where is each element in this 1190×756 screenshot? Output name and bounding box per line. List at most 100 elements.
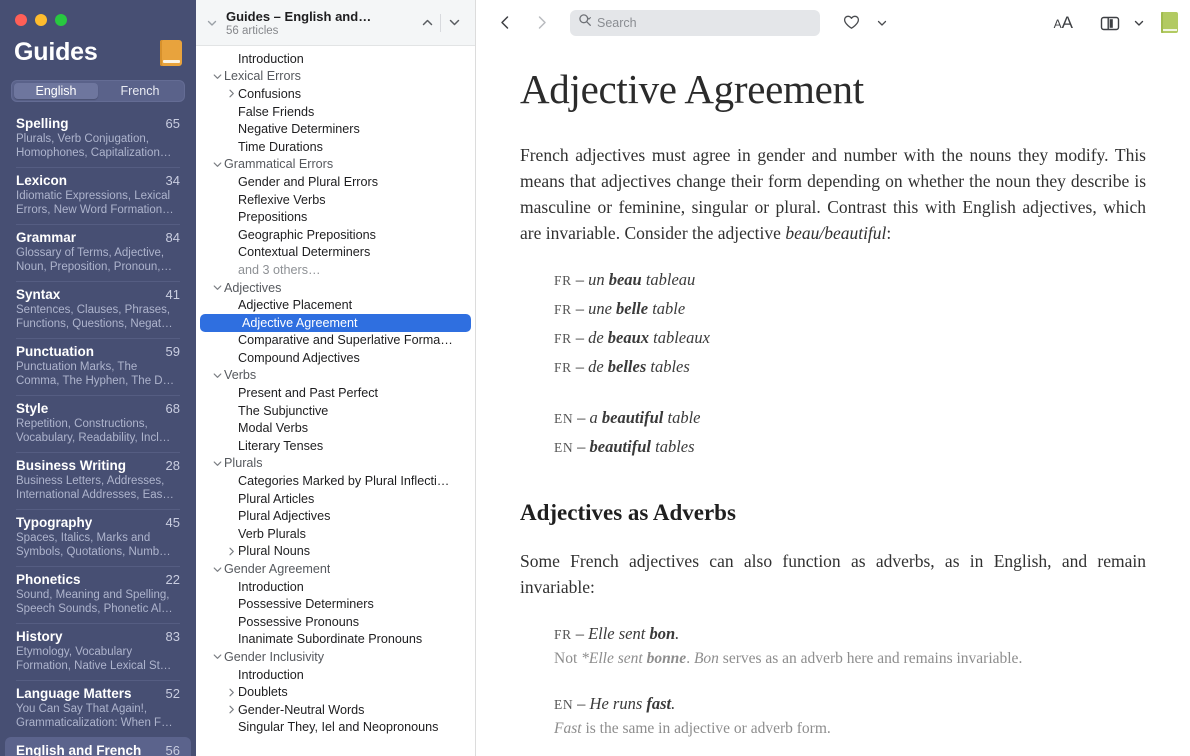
toc-row[interactable]: Categories Marked by Plural Inflecti… <box>196 472 475 490</box>
chevron-down-icon[interactable] <box>210 71 224 82</box>
guide-name: Business Writing <box>16 458 126 473</box>
chevron-down-icon[interactable] <box>210 564 224 575</box>
forward-button[interactable] <box>528 10 554 36</box>
toc-row[interactable]: Possessive Pronouns <box>196 613 475 631</box>
toc-row[interactable]: Introduction <box>196 666 475 684</box>
example-line: EN – a beautiful table <box>554 406 1146 431</box>
guide-head: Grammar84 <box>16 230 180 245</box>
toc-next-button[interactable] <box>441 10 467 36</box>
text-size-small-a: A <box>1054 17 1062 31</box>
toc-row[interactable]: Gender-Neutral Words <box>196 701 475 719</box>
toc-row[interactable]: Verb Plurals <box>196 525 475 543</box>
toc-row[interactable]: Gender and Plural Errors <box>196 173 475 191</box>
guide-item[interactable]: Typography45Spaces, Italics, Marks and S… <box>5 509 191 566</box>
toc-row[interactable]: Plural Articles <box>196 490 475 508</box>
toc-row[interactable]: Grammatical Errors <box>196 156 475 174</box>
toc-row[interactable]: Geographic Prepositions <box>196 226 475 244</box>
toc-row[interactable]: Confusions <box>196 85 475 103</box>
toc-row[interactable]: Contextual Determiners <box>196 244 475 262</box>
toc-row[interactable]: Literary Tenses <box>196 437 475 455</box>
guide-item[interactable]: Phonetics22Sound, Meaning and Spelling, … <box>5 566 191 623</box>
zoom-window-button[interactable] <box>55 14 67 26</box>
guide-item[interactable]: Style68Repetition, Constructions, Vocabu… <box>5 395 191 452</box>
chevron-down-icon[interactable] <box>210 370 224 381</box>
toc-row[interactable]: Plural Adjectives <box>196 507 475 525</box>
toc-row[interactable]: Reflexive Verbs <box>196 191 475 209</box>
toc-row[interactable]: Inanimate Subordinate Pronouns <box>196 631 475 649</box>
chevron-right-icon[interactable] <box>224 687 238 698</box>
chevron-down-icon[interactable] <box>210 282 224 293</box>
toc-row[interactable]: Introduction <box>196 50 475 68</box>
toc-row[interactable]: Comparative and Superlative Forma… <box>196 332 475 350</box>
toc-row[interactable]: and 3 others… <box>196 261 475 279</box>
toc-row[interactable]: Possessive Determiners <box>196 595 475 613</box>
example-block: FR – une belle table <box>554 297 1146 322</box>
search-input[interactable]: Search <box>597 16 637 30</box>
toc-row[interactable]: Introduction <box>196 578 475 596</box>
close-window-button[interactable] <box>15 14 27 26</box>
search-icon[interactable] <box>578 13 592 32</box>
language-segment-french[interactable]: French <box>98 83 182 99</box>
toc-row[interactable]: Plural Nouns <box>196 543 475 561</box>
back-button[interactable] <box>492 10 518 36</box>
toc-row[interactable]: False Friends <box>196 103 475 121</box>
toc-row[interactable]: Doublets <box>196 683 475 701</box>
toc-row[interactable]: Compound Adjectives <box>196 349 475 367</box>
search-field[interactable]: Search <box>570 10 820 36</box>
toc-row[interactable]: Negative Determiners <box>196 120 475 138</box>
toc-row[interactable]: Plurals <box>196 455 475 473</box>
guide-item[interactable]: History83Etymology, Vocabulary Formation… <box>5 623 191 680</box>
toc-row[interactable]: Adjectives <box>196 279 475 297</box>
guide-item[interactable]: English and French56Lexical Errors, Gram… <box>5 737 191 756</box>
toc-row[interactable]: Time Durations <box>196 138 475 156</box>
green-book-icon[interactable] <box>1161 12 1178 33</box>
language-segment-english[interactable]: English <box>14 83 98 99</box>
minimize-window-button[interactable] <box>35 14 47 26</box>
toc-row[interactable]: Gender Inclusivity <box>196 648 475 666</box>
chevron-right-icon[interactable] <box>224 88 238 99</box>
toc-row[interactable]: Present and Past Perfect <box>196 384 475 402</box>
chevron-right-icon[interactable] <box>224 546 238 557</box>
example-text-post: tables <box>646 357 690 376</box>
example-text-strong: beautiful <box>590 437 651 456</box>
guide-list: Spelling65Plurals, Verb Conjugation, Hom… <box>0 110 196 756</box>
guide-article-count: 65 <box>166 116 180 131</box>
example-text-strong: belle <box>616 299 648 318</box>
guide-item[interactable]: Lexicon34Idiomatic Expressions, Lexical … <box>5 167 191 224</box>
toc-row[interactable]: Modal Verbs <box>196 419 475 437</box>
chevron-down-icon[interactable] <box>210 458 224 469</box>
chevron-down-icon[interactable] <box>210 651 224 662</box>
toc-previous-button[interactable] <box>414 10 440 36</box>
example-text-post: . <box>675 624 679 643</box>
app-window: Guides English French Spelling65Plurals,… <box>0 0 1190 756</box>
toc-row-selected[interactable]: Adjective Agreement <box>200 314 471 332</box>
toc-row[interactable]: Singular They, Iel and Neopronouns <box>196 719 475 737</box>
favorite-menu-chevron-down-icon[interactable] <box>874 10 890 36</box>
guide-item[interactable]: Spelling65Plurals, Verb Conjugation, Hom… <box>5 110 191 167</box>
chevron-down-icon[interactable] <box>210 159 224 170</box>
example-list-french: FR – un beau tableauFR – une belle table… <box>554 268 1146 380</box>
chevron-down-icon[interactable] <box>206 17 218 29</box>
toc-row[interactable]: Adjective Placement <box>196 296 475 314</box>
guide-item[interactable]: Punctuation59Punctuation Marks, The Comm… <box>5 338 191 395</box>
sidebar-layout-icon[interactable] <box>1097 10 1123 36</box>
guide-item[interactable]: Business Writing28Business Letters, Addr… <box>5 452 191 509</box>
note-post: serves as an adverb here and remains inv… <box>719 650 1022 667</box>
example-text-strong: bon <box>649 624 675 643</box>
guide-head: Phonetics22 <box>16 572 180 587</box>
toc-row[interactable]: Prepositions <box>196 208 475 226</box>
toc-row[interactable]: Lexical Errors <box>196 68 475 86</box>
reader-pane: Search AA <box>476 0 1190 756</box>
toc-row[interactable]: Gender Agreement <box>196 560 475 578</box>
language-segmented-control[interactable]: English French <box>11 80 185 102</box>
chevron-right-icon[interactable] <box>224 704 238 715</box>
guide-item[interactable]: Grammar84Glossary of Terms, Adjective, N… <box>5 224 191 281</box>
toc-row[interactable]: Verbs <box>196 367 475 385</box>
guide-item[interactable]: Syntax41Sentences, Clauses, Phrases, Fun… <box>5 281 191 338</box>
guide-item[interactable]: Language Matters52You Can Say That Again… <box>5 680 191 737</box>
text-size-button[interactable]: AA <box>1054 13 1073 33</box>
toc-row[interactable]: The Subjunctive <box>196 402 475 420</box>
favorite-button[interactable] <box>838 10 864 36</box>
example-note: Fast is the same in adjective or adverb … <box>554 717 1146 740</box>
layout-menu-chevron-down-icon[interactable] <box>1131 10 1147 36</box>
